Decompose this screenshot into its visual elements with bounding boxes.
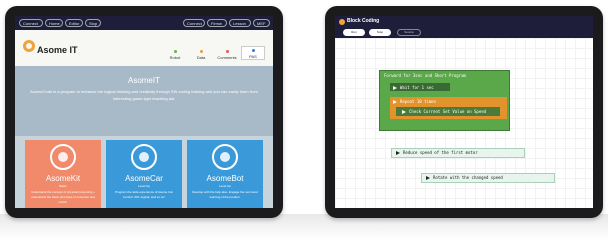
- check-speed-block-label: Check Current Set Value on Speed: [409, 109, 487, 114]
- reduce-speed-block[interactable]: Reduce speed of the first motor: [391, 148, 525, 158]
- robot-icon: [173, 50, 177, 53]
- bot-avatar-icon: [212, 144, 238, 170]
- nav-pas[interactable]: PAS: [241, 46, 265, 60]
- logo-icon: [23, 40, 35, 52]
- rotate-block[interactable]: Rotate with the changed speed: [421, 173, 555, 183]
- logo-icon: [339, 19, 345, 25]
- editor-button[interactable]: Editor: [65, 19, 83, 27]
- comments-icon: [225, 50, 229, 53]
- play-icon: [426, 176, 430, 180]
- top-toolbar: Connect Home Editor Stop Connect Firmw L…: [15, 16, 273, 30]
- menu-button[interactable]: MEF: [253, 19, 270, 27]
- nav-data-label: Data: [196, 55, 206, 60]
- nav-robot[interactable]: Robot: [163, 50, 187, 60]
- wait-block[interactable]: Wait for 1 sec: [390, 83, 450, 91]
- wait-block-label: Wait for 1 sec: [400, 85, 434, 90]
- nav-data[interactable]: Data: [189, 50, 213, 60]
- card-asomecar[interactable]: AsomeCar Level Up Program the wide exper…: [106, 140, 182, 208]
- firmware-button[interactable]: Firmw: [207, 19, 227, 27]
- card-subtitle: Basic: [59, 184, 67, 188]
- play-icon: [402, 110, 406, 114]
- tab-source[interactable]: Source: [397, 29, 421, 36]
- play-icon: [396, 151, 400, 155]
- app-titlebar: Block Coding: [335, 16, 593, 28]
- card-description: Program the wide experience of Asome Car…: [114, 190, 174, 199]
- repeat-block[interactable]: Repeat 10 times Check Current Set Value …: [390, 97, 507, 119]
- block-canvas[interactable]: Forward for 3sec and Short Program Wait …: [335, 38, 593, 208]
- left-tablet: Connect Home Editor Stop Connect Firmw L…: [5, 6, 283, 218]
- card-title: AsomeKit: [45, 174, 81, 183]
- play-icon: [393, 100, 397, 104]
- data-icon: [199, 50, 203, 53]
- card-title: AsomeCar: [125, 174, 163, 183]
- home-button[interactable]: Home: [45, 19, 63, 27]
- reduce-speed-block-label: Reduce speed of the first motor: [403, 150, 478, 155]
- site-header: Asome IT Robot Data Comments PAS: [15, 30, 273, 66]
- tab-bar: Run Stop Source: [335, 28, 593, 38]
- hero-banner: AsomeIT AsomeCode is a program to enhanc…: [15, 66, 273, 136]
- connect-button[interactable]: Connect: [19, 19, 43, 27]
- nav-pas-label: PAS: [249, 54, 257, 59]
- logo-text: Asome IT: [37, 45, 78, 55]
- tab-stop[interactable]: Stop: [369, 29, 391, 36]
- program-block-label: Forward for 3sec and Short Program: [384, 73, 466, 78]
- card-subtitle: Level Up: [219, 184, 231, 188]
- tab-run[interactable]: Run: [343, 29, 365, 36]
- product-cards: AsomeKit Basic Understand the concept of…: [15, 136, 273, 208]
- lesson-button[interactable]: Lesson: [229, 19, 251, 27]
- hero-description: AsomeCode is a program to enhance the lo…: [30, 89, 258, 101]
- program-block[interactable]: Forward for 3sec and Short Program Wait …: [379, 70, 510, 131]
- app-title: Block Coding: [347, 18, 380, 24]
- stop-button[interactable]: Stop: [85, 19, 101, 27]
- connect-right-button[interactable]: Connect: [183, 19, 205, 27]
- hero-title: AsomeIT: [127, 76, 160, 85]
- floor-reflection: [0, 214, 608, 252]
- card-title: AsomeBot: [206, 174, 244, 183]
- check-speed-block[interactable]: Check Current Set Value on Speed: [396, 107, 500, 116]
- nav-comments[interactable]: Comments: [215, 50, 239, 60]
- card-subtitle: Level Up: [138, 184, 150, 188]
- card-description: Understand the concept of physical compu…: [30, 190, 96, 204]
- rotate-block-label: Rotate with the changed speed: [433, 175, 503, 180]
- nav-robot-label: Robot: [169, 55, 181, 60]
- left-screen: Connect Home Editor Stop Connect Firmw L…: [15, 16, 273, 208]
- pas-icon: [251, 49, 255, 52]
- card-description: Develop with the help also. Engage the n…: [192, 190, 258, 199]
- robot-avatar-icon: [50, 144, 76, 170]
- car-avatar-icon: [131, 144, 157, 170]
- nav-comments-label: Comments: [217, 55, 237, 60]
- card-asomebot[interactable]: AsomeBot Level Up Develop with the help …: [187, 140, 263, 208]
- right-tablet: Block Coding Run Stop Source Forward for…: [325, 6, 603, 218]
- repeat-block-label: Repeat 10 times: [400, 99, 437, 104]
- right-screen: Block Coding Run Stop Source Forward for…: [335, 16, 593, 208]
- card-asomekit[interactable]: AsomeKit Basic Understand the concept of…: [25, 140, 101, 208]
- play-icon: [393, 86, 397, 90]
